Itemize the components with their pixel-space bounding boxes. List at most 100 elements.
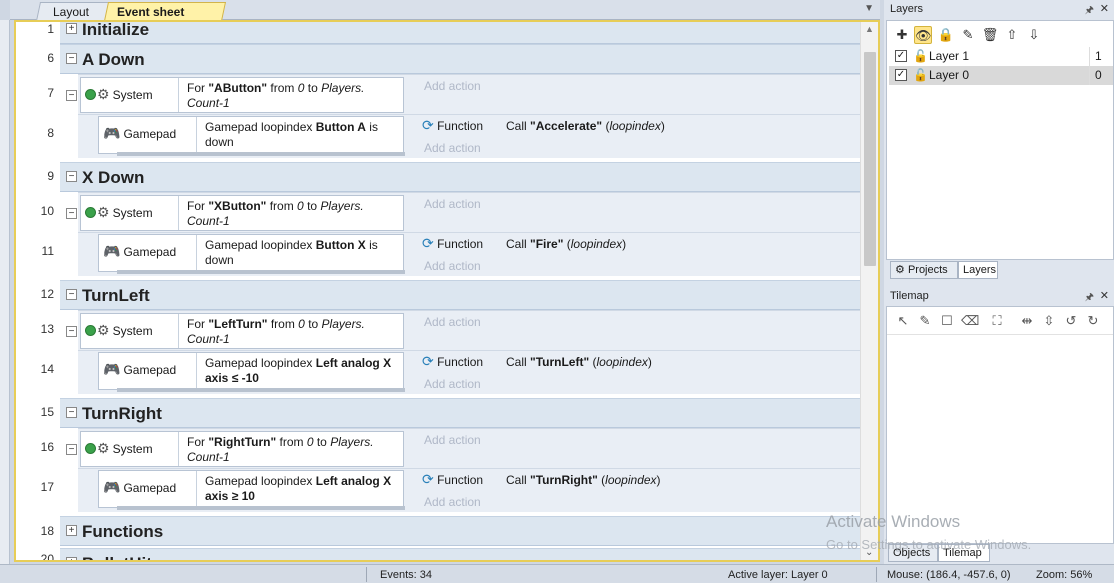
add-action-link[interactable]: Add action bbox=[424, 495, 481, 509]
condition-object[interactable]: ⚙ System bbox=[81, 314, 179, 348]
collapse-toggle-icon[interactable]: − bbox=[66, 90, 77, 101]
add-action-link[interactable]: Add action bbox=[424, 433, 481, 447]
condition-block[interactable]: ⚙ System For "AButton" from 0 to Players… bbox=[80, 77, 404, 113]
move-up-icon[interactable]: ⇧ bbox=[1003, 26, 1021, 44]
action-text[interactable]: Call "TurnLeft" (loopindex) bbox=[506, 355, 652, 369]
event-group[interactable]: − TurnRight bbox=[60, 398, 860, 428]
visibility-checkbox[interactable]: ✓ bbox=[895, 69, 907, 81]
event-row-gamepad[interactable]: 🎮 Gamepad Gamepad loopindex Left analog … bbox=[78, 468, 860, 512]
condition-text[interactable]: Gamepad loopindex Left analog X axis ≥ 10 bbox=[205, 474, 401, 504]
tab-layers[interactable]: Layers bbox=[958, 261, 998, 279]
condition-object[interactable]: 🎮 Gamepad bbox=[99, 353, 197, 389]
condition-object[interactable]: 🎮 Gamepad bbox=[99, 235, 197, 271]
action-text[interactable]: Call "Accelerate" (loopindex) bbox=[506, 119, 665, 133]
expand-toggle-icon[interactable]: + bbox=[66, 557, 77, 560]
condition-object[interactable]: 🎮 Gamepad bbox=[99, 471, 197, 507]
collapse-toggle-icon[interactable]: − bbox=[66, 444, 77, 455]
collapse-toggle-icon[interactable]: − bbox=[66, 208, 77, 219]
layer-row-selected[interactable]: ✓ 🔓 Layer 0 0 bbox=[889, 66, 1113, 85]
delete-trash-icon[interactable]: 🗑 bbox=[981, 26, 999, 44]
event-row-system[interactable]: ⚙ System For "XButton" from 0 to Players… bbox=[78, 192, 860, 232]
layer-row[interactable]: ✓ 🔓 Layer 1 1 bbox=[889, 47, 1113, 66]
event-row-system[interactable]: ⚙ System For "LeftTurn" from 0 to Player… bbox=[78, 310, 860, 350]
scroll-up-icon[interactable]: ▲ bbox=[865, 24, 874, 34]
add-action-link[interactable]: Add action bbox=[424, 259, 481, 273]
condition-block[interactable]: ⚙ System For "LeftTurn" from 0 to Player… bbox=[80, 313, 404, 349]
tab-list-dropdown-icon[interactable]: ▼ bbox=[864, 3, 874, 14]
condition-block[interactable]: 🎮 Gamepad Gamepad loopindex Button A is d… bbox=[98, 116, 405, 156]
condition-block[interactable]: ⚙ System For "XButton" from 0 to Players… bbox=[80, 195, 404, 231]
condition-object[interactable]: ⚙ System bbox=[81, 78, 179, 112]
event-row-system[interactable]: ⚙ System For "RightTurn" from 0 to Playe… bbox=[78, 428, 860, 468]
condition-block[interactable]: 🎮 Gamepad Gamepad loopindex Left analog … bbox=[98, 470, 405, 510]
visibility-checkbox[interactable]: ✓ bbox=[895, 50, 907, 62]
add-action-link[interactable]: Add action bbox=[424, 197, 481, 211]
tab-projects[interactable]: ⚙ Projects bbox=[890, 261, 958, 279]
action-item[interactable]: ⟳ Function bbox=[422, 472, 483, 487]
rectangle-icon[interactable]: ☐ bbox=[939, 313, 955, 329]
expand-toggle-icon[interactable]: + bbox=[66, 525, 77, 536]
condition-object[interactable]: ⚙ System bbox=[81, 196, 179, 230]
condition-text[interactable]: For "RightTurn" from 0 to Players. Count-… bbox=[187, 435, 401, 465]
action-item[interactable]: ⟳ Function bbox=[422, 118, 483, 133]
action-item[interactable]: ⟳ Function bbox=[422, 236, 483, 251]
tab-layout-1[interactable]: Layout 1 bbox=[35, 2, 111, 37]
flip-vertical-icon[interactable]: ⇳ bbox=[1041, 313, 1057, 329]
condition-text[interactable]: For "XButton" from 0 to Players. Count-1 bbox=[187, 199, 401, 229]
move-down-icon[interactable]: ⇩ bbox=[1025, 26, 1043, 44]
pin-icon[interactable]: 🖈 bbox=[1085, 290, 1094, 307]
condition-object[interactable]: ⚙ System bbox=[81, 432, 179, 466]
condition-block[interactable]: ⚙ System For "RightTurn" from 0 to Playe… bbox=[80, 431, 404, 467]
event-group[interactable]: − A Down bbox=[60, 44, 860, 74]
close-panel-icon[interactable]: ✕ bbox=[1100, 289, 1109, 302]
collapse-toggle-icon[interactable]: − bbox=[66, 407, 77, 418]
rotate-cw-icon[interactable]: ↻ bbox=[1085, 313, 1101, 329]
rotate-ccw-icon[interactable]: ↺ bbox=[1063, 313, 1079, 329]
event-group[interactable]: − X Down bbox=[60, 162, 860, 192]
scrollbar-thumb[interactable] bbox=[864, 52, 876, 266]
visibility-eye-icon[interactable]: 👁 bbox=[914, 26, 932, 44]
expand-toggle-icon[interactable]: + bbox=[66, 23, 77, 34]
condition-text[interactable]: For "LeftTurn" from 0 to Players. Count-1 bbox=[187, 317, 401, 347]
add-action-link[interactable]: Add action bbox=[424, 377, 481, 391]
condition-text[interactable]: Gamepad loopindex Left analog X axis ≤ -1… bbox=[205, 356, 401, 386]
event-row-gamepad[interactable]: 🎮 Gamepad Gamepad loopindex Left analog … bbox=[78, 350, 860, 394]
edit-pencil-icon[interactable]: ✎ bbox=[959, 26, 977, 44]
event-row-gamepad[interactable]: 🎮 Gamepad Gamepad loopindex Button X is d… bbox=[78, 232, 860, 276]
lock-icon[interactable]: 🔒 bbox=[937, 26, 955, 44]
condition-object[interactable]: 🎮 Gamepad bbox=[99, 117, 197, 153]
tab-event-sheet-1[interactable]: Event sheet 1✕ bbox=[103, 2, 227, 37]
condition-text[interactable]: For "AButton" from 0 to Players. Count-1 bbox=[187, 81, 401, 111]
condition-block[interactable]: 🎮 Gamepad Gamepad loopindex Button X is d… bbox=[98, 234, 405, 274]
vertical-scrollbar[interactable]: ▲ ⌄ bbox=[860, 22, 878, 560]
action-text[interactable]: Call "Fire" (loopindex) bbox=[506, 237, 626, 251]
unlock-icon[interactable]: 🔓 bbox=[913, 49, 928, 63]
collapse-toggle-icon[interactable]: − bbox=[66, 326, 77, 337]
add-action-link[interactable]: Add action bbox=[424, 315, 481, 329]
event-row-gamepad[interactable]: 🎮 Gamepad Gamepad loopindex Button A is d… bbox=[78, 114, 860, 158]
group-initialize[interactable]: + Initialize bbox=[60, 22, 860, 44]
group-bullethit[interactable]: + BulletHit bbox=[60, 548, 860, 560]
collapse-toggle-icon[interactable]: − bbox=[66, 171, 77, 182]
group-functions[interactable]: + Functions bbox=[60, 516, 860, 546]
condition-text[interactable]: Gamepad loopindex Button A is down bbox=[205, 120, 401, 150]
unlock-icon[interactable]: 🔓 bbox=[913, 68, 928, 82]
stamp-icon[interactable]: ⛶ bbox=[989, 313, 1005, 329]
select-arrow-icon[interactable]: ↖ bbox=[895, 313, 911, 329]
condition-block[interactable]: 🎮 Gamepad Gamepad loopindex Left analog … bbox=[98, 352, 405, 392]
add-action-link[interactable]: Add action bbox=[424, 79, 481, 93]
add-action-link[interactable]: Add action bbox=[424, 141, 481, 155]
flip-horizontal-icon[interactable]: ⇹ bbox=[1019, 313, 1035, 329]
event-row-system[interactable]: ⚙ System For "AButton" from 0 to Players… bbox=[78, 74, 860, 114]
add-layer-icon[interactable]: ✚ bbox=[893, 26, 911, 44]
event-group[interactable]: − TurnLeft bbox=[60, 280, 860, 310]
pin-icon[interactable]: 🖈 bbox=[1085, 3, 1094, 20]
collapse-toggle-icon[interactable]: − bbox=[66, 53, 77, 64]
eraser-icon[interactable]: ⌫ bbox=[961, 313, 979, 329]
collapse-toggle-icon[interactable]: − bbox=[66, 289, 77, 300]
action-item[interactable]: ⟳ Function bbox=[422, 354, 483, 369]
pencil-icon[interactable]: ✎ bbox=[917, 313, 933, 329]
action-text[interactable]: Call "TurnRight" (loopindex) bbox=[506, 473, 661, 487]
condition-text[interactable]: Gamepad loopindex Button X is down bbox=[205, 238, 401, 268]
close-panel-icon[interactable]: ✕ bbox=[1100, 2, 1109, 15]
